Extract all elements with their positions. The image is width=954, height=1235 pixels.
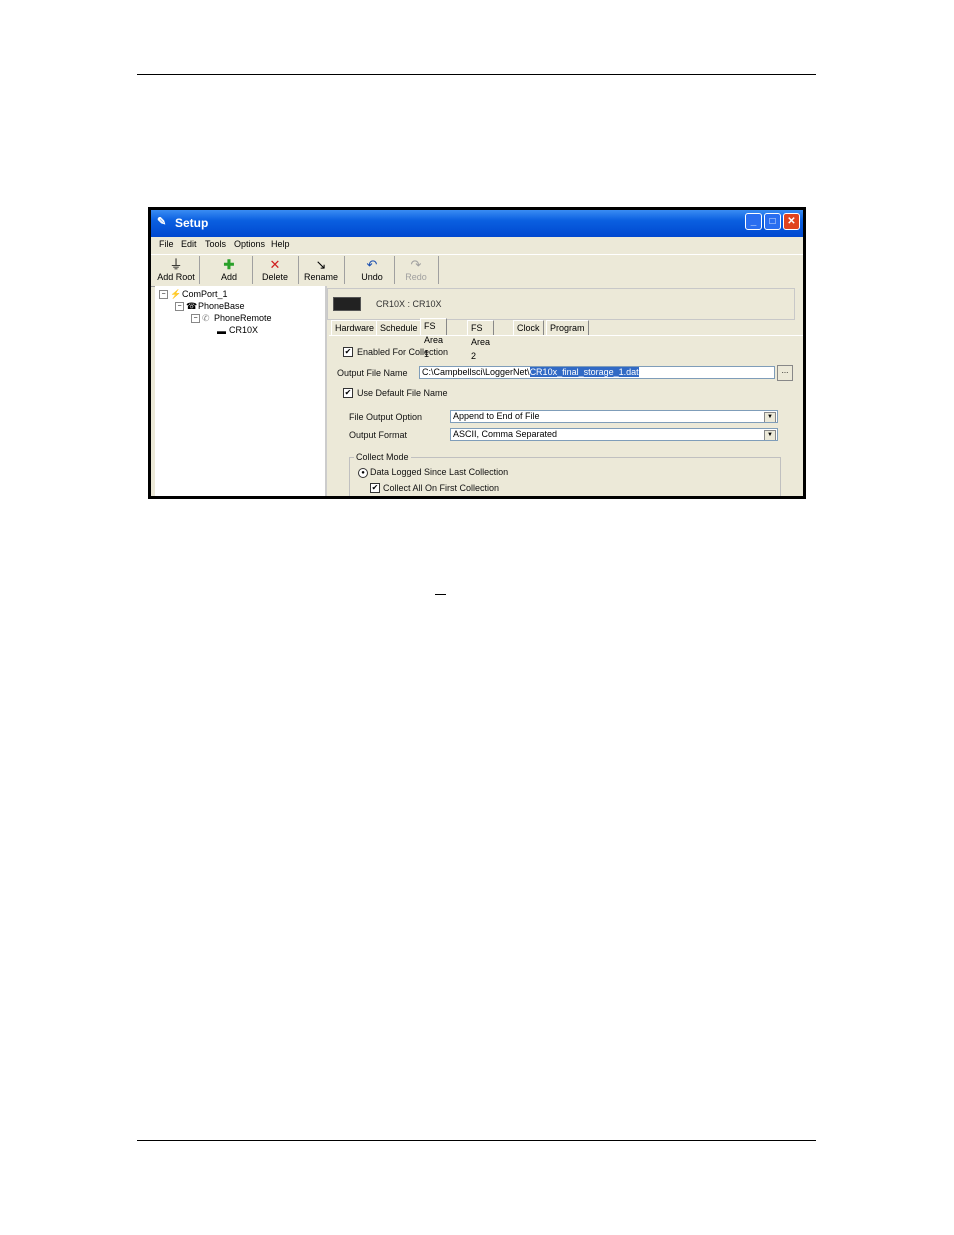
output-file-label: Output File Name xyxy=(337,368,408,378)
undo-button[interactable]: ↶ Undo xyxy=(350,256,395,284)
file-output-option-label: File Output Option xyxy=(349,412,423,422)
menu-edit[interactable]: Edit xyxy=(181,239,197,249)
underline-mark xyxy=(435,594,446,595)
plus-icon: ✚ xyxy=(223,257,235,272)
tab-program[interactable]: Program xyxy=(546,320,589,335)
tab-fs-area-1[interactable]: FS Area 1 xyxy=(420,318,447,359)
file-output-option-select[interactable]: Append to End of File ▼ xyxy=(450,410,778,423)
add-root-icon: ⏚ xyxy=(169,257,183,272)
data-logged-radio[interactable]: ● xyxy=(358,468,368,478)
use-default-checkbox[interactable]: ✔ xyxy=(343,388,353,398)
tab-clock[interactable]: Clock xyxy=(513,320,544,335)
setup-window: ✎ Setup _ □ ✕ File Edit Tools Options He… xyxy=(148,207,806,499)
undo-icon: ↶ xyxy=(366,257,378,272)
datalogger-icon xyxy=(333,297,361,311)
app-icon: ✎ xyxy=(157,216,167,228)
tab-schedule[interactable]: Schedule xyxy=(376,320,422,335)
browse-button[interactable]: ... xyxy=(777,365,793,381)
enabled-label: Enabled For Collection xyxy=(357,347,449,357)
collect-all-label: Collect All On First Collection xyxy=(383,483,500,493)
menu-file[interactable]: File xyxy=(159,239,174,249)
phone-remote-icon: ✆ xyxy=(202,313,210,324)
use-default-label: Use Default File Name xyxy=(357,388,448,398)
menu-tools[interactable]: Tools xyxy=(205,239,226,249)
tree-item-comport[interactable]: − ⚡ComPort_1 xyxy=(159,289,228,300)
menu-options[interactable]: Options xyxy=(234,239,265,249)
menu-help[interactable]: Help xyxy=(271,239,290,249)
add-root-button[interactable]: ⏚ Add Root xyxy=(153,256,200,284)
delete-button[interactable]: ✕ Delete xyxy=(252,256,299,284)
tab-hardware[interactable]: Hardware xyxy=(331,320,379,335)
redo-icon: ↷ xyxy=(410,257,422,272)
output-file-input[interactable]: C:\Campbellsci\LoggerNet\CR10x_final_sto… xyxy=(419,366,775,379)
collapse-icon[interactable]: − xyxy=(159,290,168,300)
collect-mode-label: Collect Mode xyxy=(354,452,411,462)
delete-icon: ✕ xyxy=(269,257,281,272)
tree-item-phonebase[interactable]: − ☎PhoneBase xyxy=(175,301,245,312)
footer-rule xyxy=(137,1140,816,1141)
window-title: Setup xyxy=(175,216,209,230)
menu-bar: File Edit Tools Options Help xyxy=(151,237,803,253)
phone-base-icon: ☎ xyxy=(186,301,198,312)
chevron-down-icon: ▼ xyxy=(764,430,776,440)
chevron-down-icon: ▼ xyxy=(764,412,776,422)
minimize-button[interactable]: _ xyxy=(745,213,762,230)
device-title: CR10X : CR10X xyxy=(376,299,442,309)
tab-fs-area-2[interactable]: FS Area 2 xyxy=(467,320,494,361)
collapse-icon[interactable]: − xyxy=(191,314,200,324)
comport-icon: ⚡ xyxy=(170,289,182,300)
rename-button[interactable]: ↘ Rename xyxy=(298,256,345,284)
collect-all-checkbox[interactable]: ✔ xyxy=(370,483,380,493)
collect-mode-group: Collect Mode ● Data Logged Since Last Co… xyxy=(349,452,781,496)
toolbar: ⏚ Add Root ✚ Add ✕ Delete ↘ Rename ↶ Und… xyxy=(151,254,803,287)
network-tree: − ⚡ComPort_1 − ☎PhoneBase − ✆ PhoneRemote ▬ C… xyxy=(155,286,327,496)
datalogger-icon: ▬ xyxy=(217,325,226,336)
add-button[interactable]: ✚ Add xyxy=(206,256,253,284)
tree-item-cr10x[interactable]: ▬ CR10X xyxy=(217,325,259,336)
output-format-select[interactable]: ASCII, Comma Separated ▼ xyxy=(450,428,778,441)
collapse-icon[interactable]: − xyxy=(175,302,184,312)
device-header: CR10X : CR10X xyxy=(327,288,795,320)
tree-item-phoneremote[interactable]: − ✆ PhoneRemote xyxy=(191,313,272,324)
rename-icon: ↘ xyxy=(315,257,327,272)
close-button[interactable]: ✕ xyxy=(783,213,800,230)
enabled-checkbox[interactable]: ✔ xyxy=(343,347,353,357)
title-bar[interactable]: ✎ Setup _ □ ✕ xyxy=(151,210,803,237)
settings-panel: CR10X : CR10X Hardware Schedule FS Area … xyxy=(327,286,803,496)
fs-area-1-page: ✔ Enabled For Collection Output File Nam… xyxy=(329,335,803,496)
redo-button[interactable]: ↷ Redo xyxy=(394,256,439,284)
maximize-button[interactable]: □ xyxy=(764,213,781,230)
output-format-label: Output Format xyxy=(349,430,408,440)
header-rule xyxy=(137,74,816,75)
data-logged-label: Data Logged Since Last Collection xyxy=(370,467,509,477)
